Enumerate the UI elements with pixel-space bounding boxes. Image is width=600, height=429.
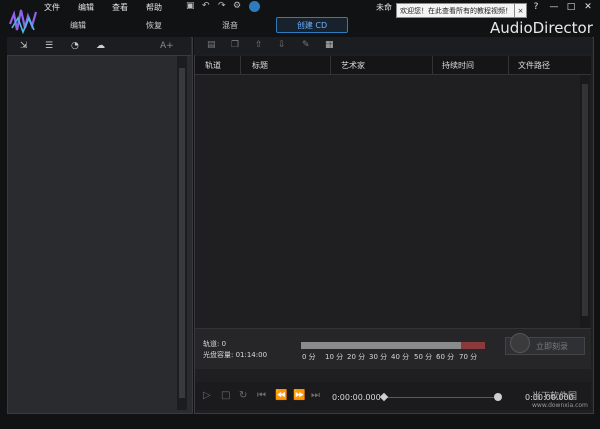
watermark-title: 当下软件园	[532, 392, 578, 402]
settings-icon[interactable]: ⚙	[233, 1, 241, 11]
watermark-url: www.downxia.com	[532, 402, 588, 409]
track-info-icon[interactable]: ▤	[207, 40, 216, 50]
font-size-button[interactable]: A+	[160, 41, 174, 51]
seek-bar[interactable]	[383, 397, 501, 398]
scale-tick: 40 分	[391, 353, 410, 361]
menu-view[interactable]: 查看	[112, 2, 128, 13]
menu-file[interactable]: 文件	[44, 2, 60, 13]
rewind-icon[interactable]: ⏪	[275, 390, 287, 401]
column-track[interactable]: 轨道	[205, 60, 221, 71]
add-to-list-icon[interactable]: ☰	[45, 41, 53, 51]
fast-forward-icon[interactable]: ⏩	[293, 390, 305, 401]
redo-icon[interactable]: ↷	[218, 1, 226, 11]
copy-icon[interactable]: ❐	[231, 40, 239, 50]
column-title[interactable]: 标题	[252, 60, 268, 71]
track-list[interactable]	[195, 75, 579, 328]
column-divider	[432, 56, 433, 74]
menu-help[interactable]: 帮助	[146, 2, 162, 13]
welcome-tooltip: 欢迎您！在此查看所有的教程视频！	[396, 3, 518, 18]
scale-tick: 20 分	[347, 353, 366, 361]
capacity-overflow-zone	[461, 342, 485, 349]
maximize-button[interactable]: □	[565, 2, 577, 12]
media-library-panel	[7, 37, 193, 414]
scale-tick: 70 分	[459, 353, 478, 361]
scale-tick: 50 分	[414, 353, 433, 361]
tab-mix[interactable]: 混音	[222, 20, 238, 31]
menu-edit[interactable]: 编辑	[78, 2, 94, 13]
minimize-button[interactable]: —	[548, 2, 560, 12]
tab-restore[interactable]: 恢复	[146, 20, 162, 31]
scale-tick: 10 分	[325, 353, 344, 361]
app-logo	[8, 9, 38, 35]
track-scroll-thumb[interactable]	[582, 84, 588, 316]
stop-icon[interactable]: □	[221, 390, 230, 401]
skip-start-icon[interactable]: ⏮	[257, 390, 266, 401]
disc-icon	[510, 333, 530, 353]
move-down-icon[interactable]: ⇩	[278, 40, 286, 50]
current-time: 0:00:00.000	[332, 393, 381, 402]
edit-icon[interactable]: ✎	[302, 40, 310, 50]
seek-end-knob[interactable]	[494, 393, 502, 401]
help-button[interactable]: ?	[530, 2, 542, 12]
track-toolbar	[194, 37, 592, 55]
column-duration[interactable]: 持续时间	[442, 60, 474, 71]
skip-end-icon[interactable]: ⏭	[311, 390, 320, 401]
column-file-path[interactable]: 文件路径	[518, 60, 550, 71]
undo-icon[interactable]: ↶	[202, 1, 210, 11]
tooltip-close-button[interactable]: ×	[514, 3, 527, 18]
app-title: AudioDirector	[490, 19, 593, 37]
library-scroll-thumb[interactable]	[179, 68, 185, 398]
save-icon[interactable]: ▣	[186, 1, 195, 11]
loop-icon[interactable]: ↻	[239, 390, 247, 401]
column-divider	[330, 56, 331, 74]
import-icon[interactable]: ⇲	[20, 41, 28, 51]
scale-tick: 0 分	[302, 353, 316, 361]
disc-capacity: 光盘容量: 01:14:00	[203, 351, 268, 359]
upgrade-icon[interactable]	[249, 1, 260, 12]
user-name[interactable]: 未命	[376, 2, 392, 13]
track-count: 轨道: 0	[203, 340, 227, 348]
watermark: 当下软件园 www.downxia.com	[518, 387, 594, 419]
scale-tick: 60 分	[436, 353, 455, 361]
capacity-bar-fill	[301, 342, 461, 349]
cloud-icon[interactable]: ☁	[96, 41, 105, 51]
column-divider	[240, 56, 241, 74]
close-button[interactable]: ✕	[582, 2, 594, 12]
tab-edit[interactable]: 编辑	[70, 20, 86, 31]
tab-create-cd[interactable]: 创建 CD	[276, 17, 348, 33]
cd-rip-icon[interactable]: ◔	[71, 41, 79, 51]
scale-tick: 30 分	[369, 353, 388, 361]
column-artist[interactable]: 艺术家	[341, 60, 365, 71]
properties-icon[interactable]: ▦	[325, 40, 334, 50]
column-divider	[508, 56, 509, 74]
move-up-icon[interactable]: ⇧	[255, 40, 263, 50]
play-icon[interactable]: ▷	[203, 390, 211, 401]
